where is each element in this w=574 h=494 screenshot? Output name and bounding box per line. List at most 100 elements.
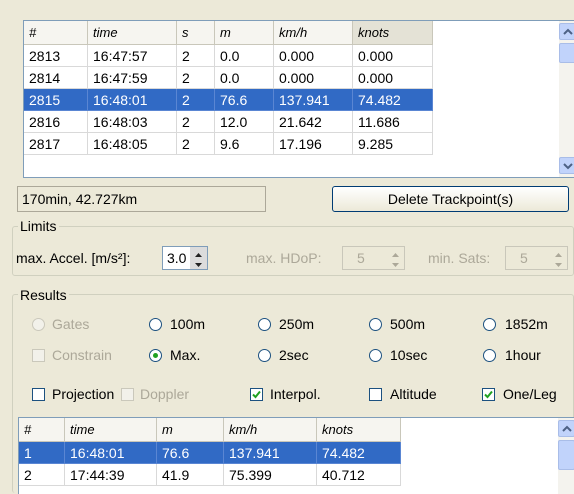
checkbox-altitude[interactable] — [369, 388, 382, 401]
radio-2sec[interactable] — [258, 349, 271, 362]
checkbox-constrain-label: Constrain — [52, 347, 112, 363]
col-header-time[interactable]: time — [88, 21, 177, 45]
chevron-up-icon — [562, 425, 572, 432]
cell-sats: 2 — [177, 133, 215, 155]
radio-1hour[interactable] — [483, 349, 496, 362]
cell-index: 2813 — [24, 45, 88, 67]
scroll-up-button[interactable] — [559, 23, 574, 40]
max-accel-stepper[interactable]: 3.0 — [162, 246, 208, 270]
scroll-thumb[interactable] — [558, 440, 574, 470]
vertical-scrollbar[interactable] — [559, 21, 574, 177]
cell-index: 2817 — [24, 133, 88, 155]
max-hdop-value: 5 — [357, 250, 365, 266]
cell-kmh: 75.399 — [224, 464, 317, 486]
table-row-selected[interactable]: 1 16:48:01 76.6 137.941 74.482 — [19, 442, 401, 464]
cell-knots: 0.000 — [353, 45, 433, 67]
stepper-up-icon[interactable] — [550, 247, 567, 258]
table-row[interactable]: 2817 16:48:05 2 9.6 17.196 9.285 — [24, 133, 433, 155]
checkbox-one-per-leg[interactable] — [482, 388, 495, 401]
max-hdop-label: max. HDoP: — [246, 250, 322, 266]
results-table[interactable]: # time m km/h knots 1 16:48:01 76.6 137.… — [18, 417, 574, 494]
cell-knots: 11.686 — [353, 111, 433, 133]
vertical-scrollbar[interactable] — [558, 418, 574, 494]
stepper-arrows[interactable] — [190, 247, 207, 269]
table-row[interactable]: 2816 16:48:03 2 12.0 21.642 11.686 — [24, 111, 433, 133]
cell-kmh: 137.941 — [224, 442, 317, 464]
cell-sats: 2 — [177, 45, 215, 67]
cell-time: 16:48:01 — [65, 442, 157, 464]
col-header-index[interactable]: # — [24, 21, 88, 45]
limits-title: Limits — [18, 218, 59, 234]
radio-10sec[interactable] — [369, 349, 382, 362]
min-sats-stepper[interactable]: 5 — [505, 246, 568, 270]
cell-index: 2816 — [24, 111, 88, 133]
checkbox-projection-label: Projection — [52, 386, 115, 402]
trackpoint-table[interactable]: # time s m km/h knots 2813 16:47:57 2 0.… — [23, 20, 574, 178]
checkmark-icon — [484, 390, 493, 399]
checkbox-interpol[interactable] — [250, 388, 263, 401]
radio-gates[interactable] — [32, 318, 45, 331]
radio-500m[interactable] — [369, 318, 382, 331]
col-header-sats[interactable]: s — [177, 21, 215, 45]
col-header-meters[interactable]: m — [215, 21, 274, 45]
results-title: Results — [18, 287, 69, 303]
cell-meters: 76.6 — [157, 442, 224, 464]
max-hdop-stepper[interactable]: 5 — [342, 246, 405, 270]
table-row[interactable]: 2 17:44:39 41.9 75.399 40.712 — [19, 464, 401, 486]
col-header-kmh[interactable]: km/h — [274, 21, 353, 45]
radio-500m-label: 500m — [390, 316, 426, 332]
col-header-knots[interactable]: knots — [317, 418, 401, 442]
stepper-down-icon[interactable] — [387, 258, 404, 269]
col-header-time[interactable]: time — [65, 418, 157, 442]
table-row[interactable]: 2813 16:47:57 2 0.0 0.000 0.000 — [24, 45, 433, 67]
max-accel-label: max. Accel. [m/s²]: — [16, 250, 131, 266]
chevron-up-icon — [563, 28, 573, 35]
cell-index: 1 — [19, 442, 65, 464]
cell-time: 16:47:57 — [88, 45, 177, 67]
stepper-up-icon[interactable] — [190, 247, 207, 258]
checkbox-altitude-label: Altitude — [390, 386, 437, 402]
radio-max-label: Max. — [170, 347, 201, 363]
stepper-down-icon[interactable] — [190, 258, 207, 269]
table-row-selected[interactable]: 2815 16:48:01 2 76.6 137.941 74.482 — [24, 89, 433, 111]
checkbox-doppler[interactable] — [121, 388, 134, 401]
radio-250m[interactable] — [258, 318, 271, 331]
stepper-arrows[interactable] — [387, 247, 404, 269]
chevron-down-icon — [563, 163, 573, 170]
col-header-index[interactable]: # — [19, 418, 65, 442]
cell-meters: 9.6 — [215, 133, 274, 155]
col-header-meters[interactable]: m — [157, 418, 224, 442]
radio-1852m-label: 1852m — [505, 316, 548, 332]
cell-time: 16:48:01 — [88, 89, 177, 111]
stepper-arrows[interactable] — [550, 247, 567, 269]
checkmark-icon — [252, 390, 261, 399]
cell-kmh: 17.196 — [274, 133, 353, 155]
scroll-down-button[interactable] — [559, 157, 574, 174]
scroll-up-button[interactable] — [558, 420, 574, 437]
radio-1hour-label: 1hour — [505, 347, 541, 363]
cell-time: 16:47:59 — [88, 67, 177, 89]
max-accel-value: 3.0 — [167, 250, 187, 266]
stepper-up-icon[interactable] — [387, 247, 404, 258]
radio-gates-label: Gates — [52, 316, 90, 332]
cell-kmh: 0.000 — [274, 67, 353, 89]
col-header-knots[interactable]: knots — [353, 21, 433, 45]
stepper-down-icon[interactable] — [550, 258, 567, 269]
radio-100m[interactable] — [149, 318, 162, 331]
cell-time: 17:44:39 — [65, 464, 157, 486]
cell-knots: 74.482 — [353, 89, 433, 111]
col-header-kmh[interactable]: km/h — [224, 418, 317, 442]
table-row[interactable]: 2814 16:47:59 2 0.0 0.000 0.000 — [24, 67, 433, 89]
cell-meters: 76.6 — [215, 89, 274, 111]
cell-knots: 74.482 — [317, 442, 401, 464]
checkbox-interpol-label: Interpol. — [270, 386, 321, 402]
cell-time: 16:48:03 — [88, 111, 177, 133]
delete-trackpoints-button[interactable]: Delete Trackpoint(s) — [332, 186, 569, 212]
cell-meters: 0.0 — [215, 67, 274, 89]
checkbox-projection[interactable] — [32, 388, 45, 401]
scroll-thumb[interactable] — [559, 43, 574, 63]
checkbox-constrain[interactable] — [32, 349, 45, 362]
cell-kmh: 0.000 — [274, 45, 353, 67]
radio-max[interactable] — [149, 349, 162, 362]
radio-1852m[interactable] — [483, 318, 496, 331]
